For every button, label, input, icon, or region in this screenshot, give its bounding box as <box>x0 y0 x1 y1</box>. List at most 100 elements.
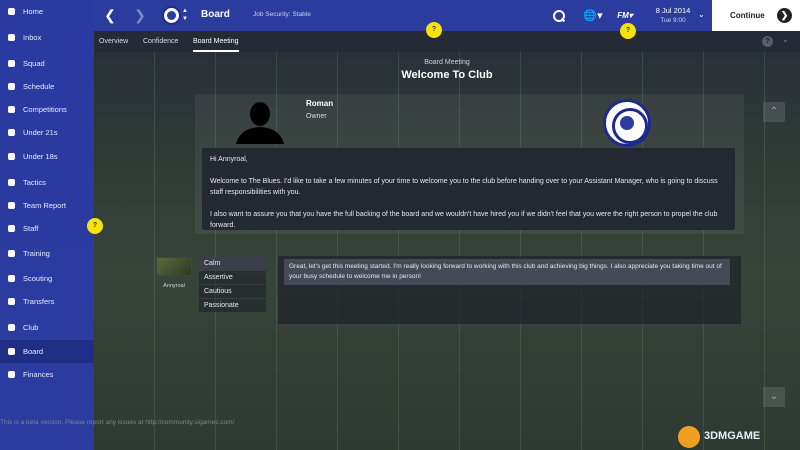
tab-board-meeting[interactable]: Board Meeting <box>193 31 239 52</box>
continue-arrow-icon: ❯ <box>777 8 792 23</box>
inbox-icon <box>6 32 17 43</box>
back-arrow-icon[interactable]: ❮ <box>96 0 124 31</box>
sidebar-item-label: Team Report <box>23 201 66 210</box>
globe-icon[interactable]: 🌐▾ <box>578 0 608 31</box>
help-icon[interactable]: ? <box>762 36 773 47</box>
page-title: Board <box>201 9 230 20</box>
chevron-down-icon[interactable]: ⌄ <box>698 10 705 19</box>
sidebar-item-label: Board <box>23 347 44 356</box>
fm-logo-label: FM <box>617 11 629 20</box>
club-badge-icon[interactable] <box>162 6 181 25</box>
date-label: 8 Jul 2014 <box>655 6 691 15</box>
tone-option-assertive[interactable]: Assertive <box>199 271 266 284</box>
sidebar-item-label: Finances <box>23 370 54 379</box>
transfers-icon <box>6 296 17 307</box>
sidebar-item-board[interactable]: Board <box>0 340 94 363</box>
main-content: Board Meeting Welcome To Club Roman Owne… <box>94 22 800 450</box>
player-name: Annyroal <box>163 283 185 289</box>
top-bar: ❮ ❯ ▲ ▼ Board Job Security: Stable 🌐▾ FM ▾… <box>94 0 800 31</box>
sidebar-item-schedule[interactable]: Schedule <box>0 75 94 98</box>
scouting-icon <box>6 273 17 284</box>
sidebar-item-under-18s[interactable]: Under 18s <box>0 145 94 168</box>
watermark-logo-icon <box>678 426 700 448</box>
owner-role: Owner <box>306 113 327 120</box>
time-label: Tue 9:00 <box>660 17 686 24</box>
beta-notice: This is a beta version. Please report an… <box>0 419 235 426</box>
board-icon <box>6 346 17 357</box>
sidebar-item-label: Home <box>23 7 44 16</box>
sidebar-item-label: Squad <box>23 59 45 68</box>
hint-icon[interactable]: ? <box>426 22 442 38</box>
speech-paragraph: Hi Annyroal, <box>210 156 248 163</box>
meeting-subtitle: Board Meeting <box>424 59 470 66</box>
watermark-text: 3DMGAME <box>704 430 761 442</box>
player-photo <box>156 257 192 276</box>
training-icon <box>6 248 17 259</box>
u21-icon <box>6 127 17 138</box>
sidebar-item-club[interactable]: Club <box>0 316 94 339</box>
tab-confidence[interactable]: Confidence <box>143 31 178 52</box>
squad-icon <box>6 58 17 69</box>
sidebar-item-scouting[interactable]: Scouting <box>0 267 94 290</box>
tone-option-cautious[interactable]: Cautious <box>199 285 266 298</box>
sidebar-item-inbox[interactable]: Inbox <box>0 26 94 49</box>
owner-name: Roman <box>306 99 334 108</box>
reply-option[interactable]: Great, let's get this meeting started. I… <box>284 259 730 285</box>
sidebar-item-label: Training <box>23 249 50 258</box>
sidebar-item-home[interactable]: Home <box>0 0 94 23</box>
sidebar-item-under-21s[interactable]: Under 21s <box>0 121 94 144</box>
tab-bar: Overview Confidence Board Meeting ? ⌄ <box>94 31 800 52</box>
sidebar-item-staff[interactable]: Staff <box>0 217 94 240</box>
sidebar-item-label: Tactics <box>23 178 46 187</box>
continue-label: Continue <box>730 11 765 20</box>
forward-arrow-icon[interactable]: ❯ <box>126 0 154 31</box>
sidebar-item-label: Staff <box>23 224 39 233</box>
chevron-down-icon[interactable]: ⌄ <box>782 35 789 44</box>
tone-option-calm[interactable]: Calm <box>199 257 266 270</box>
finances-icon <box>6 369 17 380</box>
game-date[interactable]: 8 Jul 2014 Tue 9:00 <box>648 6 698 26</box>
search-icon[interactable] <box>552 9 566 23</box>
scroll-down-button[interactable]: ⌄ <box>763 387 785 407</box>
tactics-icon <box>6 177 17 188</box>
owner-speech: Hi Annyroal, Welcome to The Blues. I'd l… <box>202 148 735 230</box>
sidebar-item-finances[interactable]: Finances <box>0 363 94 386</box>
hint-icon[interactable]: ? <box>87 218 103 234</box>
meeting-title: Welcome To Club <box>401 69 493 81</box>
sidebar-item-label: Under 18s <box>23 152 58 161</box>
hint-icon[interactable]: ? <box>620 23 636 39</box>
job-security-status: Job Security: Stable <box>253 11 311 18</box>
home-icon <box>6 6 17 17</box>
club-crest-icon <box>603 99 651 147</box>
club-shield-icon <box>6 322 17 333</box>
sidebar: Home Inbox Squad Schedule Competitions U… <box>0 0 94 450</box>
sidebar-item-training[interactable]: Training <box>0 242 94 265</box>
sidebar-item-label: Inbox <box>23 33 42 42</box>
speech-paragraph: Welcome to The Blues. I'd like to take a… <box>210 178 718 196</box>
sidebar-item-label: Transfers <box>23 297 55 306</box>
tab-overview[interactable]: Overview <box>99 31 128 52</box>
club-switch-arrows-icon[interactable]: ▲ ▼ <box>182 7 190 23</box>
staff-icon <box>6 223 17 234</box>
sidebar-item-label: Scouting <box>23 274 53 283</box>
sidebar-item-label: Competitions <box>23 105 67 114</box>
sidebar-item-squad[interactable]: Squad <box>0 52 94 75</box>
sidebar-item-label: Club <box>23 323 39 332</box>
trophy-icon <box>6 104 17 115</box>
report-icon <box>6 200 17 211</box>
sidebar-item-transfers[interactable]: Transfers <box>0 290 94 313</box>
sidebar-item-label: Schedule <box>23 82 55 91</box>
continue-button[interactable]: Continue ❯ <box>712 0 800 31</box>
scroll-up-button[interactable]: ⌃ <box>763 102 785 122</box>
watermark: 3DMGAME <box>676 426 800 450</box>
sidebar-item-tactics[interactable]: Tactics <box>0 171 94 194</box>
u18-icon <box>6 151 17 162</box>
calendar-icon <box>6 81 17 92</box>
sidebar-item-competitions[interactable]: Competitions <box>0 98 94 121</box>
tone-list: Calm Assertive Cautious Passionate <box>199 257 266 313</box>
speech-paragraph: I also want to assure you that you have … <box>210 211 718 229</box>
sidebar-item-team-report[interactable]: Team Report <box>0 194 94 217</box>
sidebar-item-label: Under 21s <box>23 128 58 137</box>
owner-silhouette-icon <box>236 102 284 144</box>
tone-option-passionate[interactable]: Passionate <box>199 299 266 312</box>
